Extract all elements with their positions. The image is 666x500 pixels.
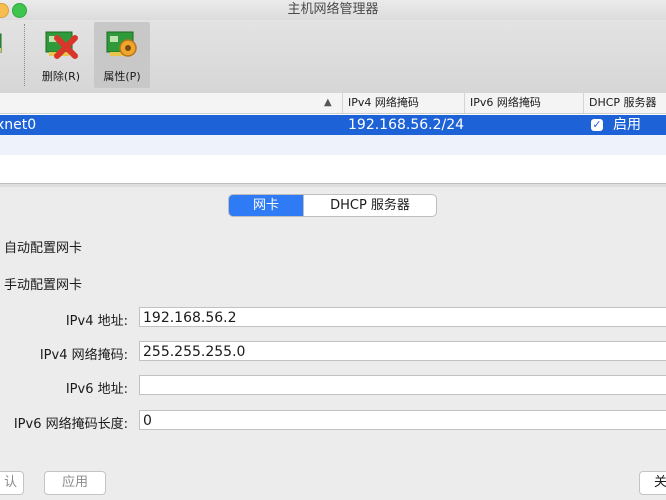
minimize-window-button[interactable] [0, 3, 9, 18]
row-name: xnet0 [0, 117, 37, 133]
ipv4-mask-label: IPv4 网络掩码: [39, 348, 128, 363]
create-button[interactable]: c) [0, 22, 20, 88]
window-title: 主机网络管理器 [287, 2, 379, 17]
table-row-empty [0, 135, 666, 155]
column-header-dhcp[interactable]: DHCP 服务器 [583, 93, 666, 113]
tab-dhcp-server[interactable]: DHCP 服务器 [303, 195, 436, 216]
table-header: ▲ IPv4 网络掩码 IPv6 网络掩码 DHCP 服务器 [0, 93, 666, 114]
ipv6-prefix-input[interactable]: 0 [139, 410, 666, 430]
ipv6-address-input[interactable] [139, 375, 666, 395]
toolbar: c) 删除(R) 属性(P) [0, 20, 666, 94]
network-card-properties-icon [104, 26, 140, 62]
reset-button[interactable]: 认 [0, 471, 24, 495]
ipv6-address-label: IPv6 地址: [65, 382, 128, 397]
ipv6-prefix-label: IPv6 网络掩码长度: [13, 417, 128, 432]
zoom-window-button[interactable] [12, 3, 27, 18]
close-button[interactable]: 关 [639, 471, 666, 495]
ipv4-address-input[interactable]: 192.168.56.2 [139, 307, 666, 327]
remove-label: 删除(R) [41, 70, 81, 83]
ipv4-mask-input[interactable]: 255.255.255.0 [139, 341, 666, 361]
pane-splitter[interactable] [0, 184, 666, 187]
sort-ascending-icon: ▲ [324, 97, 332, 108]
properties-button[interactable]: 属性(P) [94, 22, 150, 88]
properties-label: 属性(P) [103, 70, 141, 83]
apply-button[interactable]: 应用 [44, 471, 106, 495]
toolbar-separator [24, 24, 25, 86]
column-header-name[interactable]: ▲ [0, 93, 344, 113]
network-card-add-icon [0, 26, 21, 62]
table-row-empty [0, 155, 666, 175]
dhcp-enabled-checkbox[interactable]: ✓ [591, 119, 603, 131]
manual-config-radio[interactable]: 手动配置网卡 [4, 274, 82, 293]
network-table: ▲ IPv4 网络掩码 IPv6 网络掩码 DHCP 服务器 xnet0 192… [0, 93, 666, 184]
column-header-ipv6[interactable]: IPv6 网络掩码 [464, 93, 582, 113]
row-dhcp-label: 启用 [613, 117, 641, 133]
row-dhcp: ✓ 启用 [591, 115, 641, 135]
column-header-ipv4[interactable]: IPv4 网络掩码 [342, 93, 463, 113]
tab-adapter[interactable]: 网卡 [229, 195, 303, 216]
network-card-remove-icon [43, 26, 79, 62]
tab-bar: 网卡 DHCP 服务器 [228, 194, 437, 217]
remove-button[interactable]: 删除(R) [34, 22, 88, 88]
ipv4-address-label: IPv4 地址: [65, 314, 128, 329]
title-bar: 主机网络管理器 [0, 0, 666, 20]
row-ipv4: 192.168.56.2/24 [348, 117, 465, 133]
auto-config-radio[interactable]: 自动配置网卡 [4, 237, 82, 256]
table-row[interactable]: xnet0 192.168.56.2/24 ✓ 启用 [0, 115, 666, 135]
